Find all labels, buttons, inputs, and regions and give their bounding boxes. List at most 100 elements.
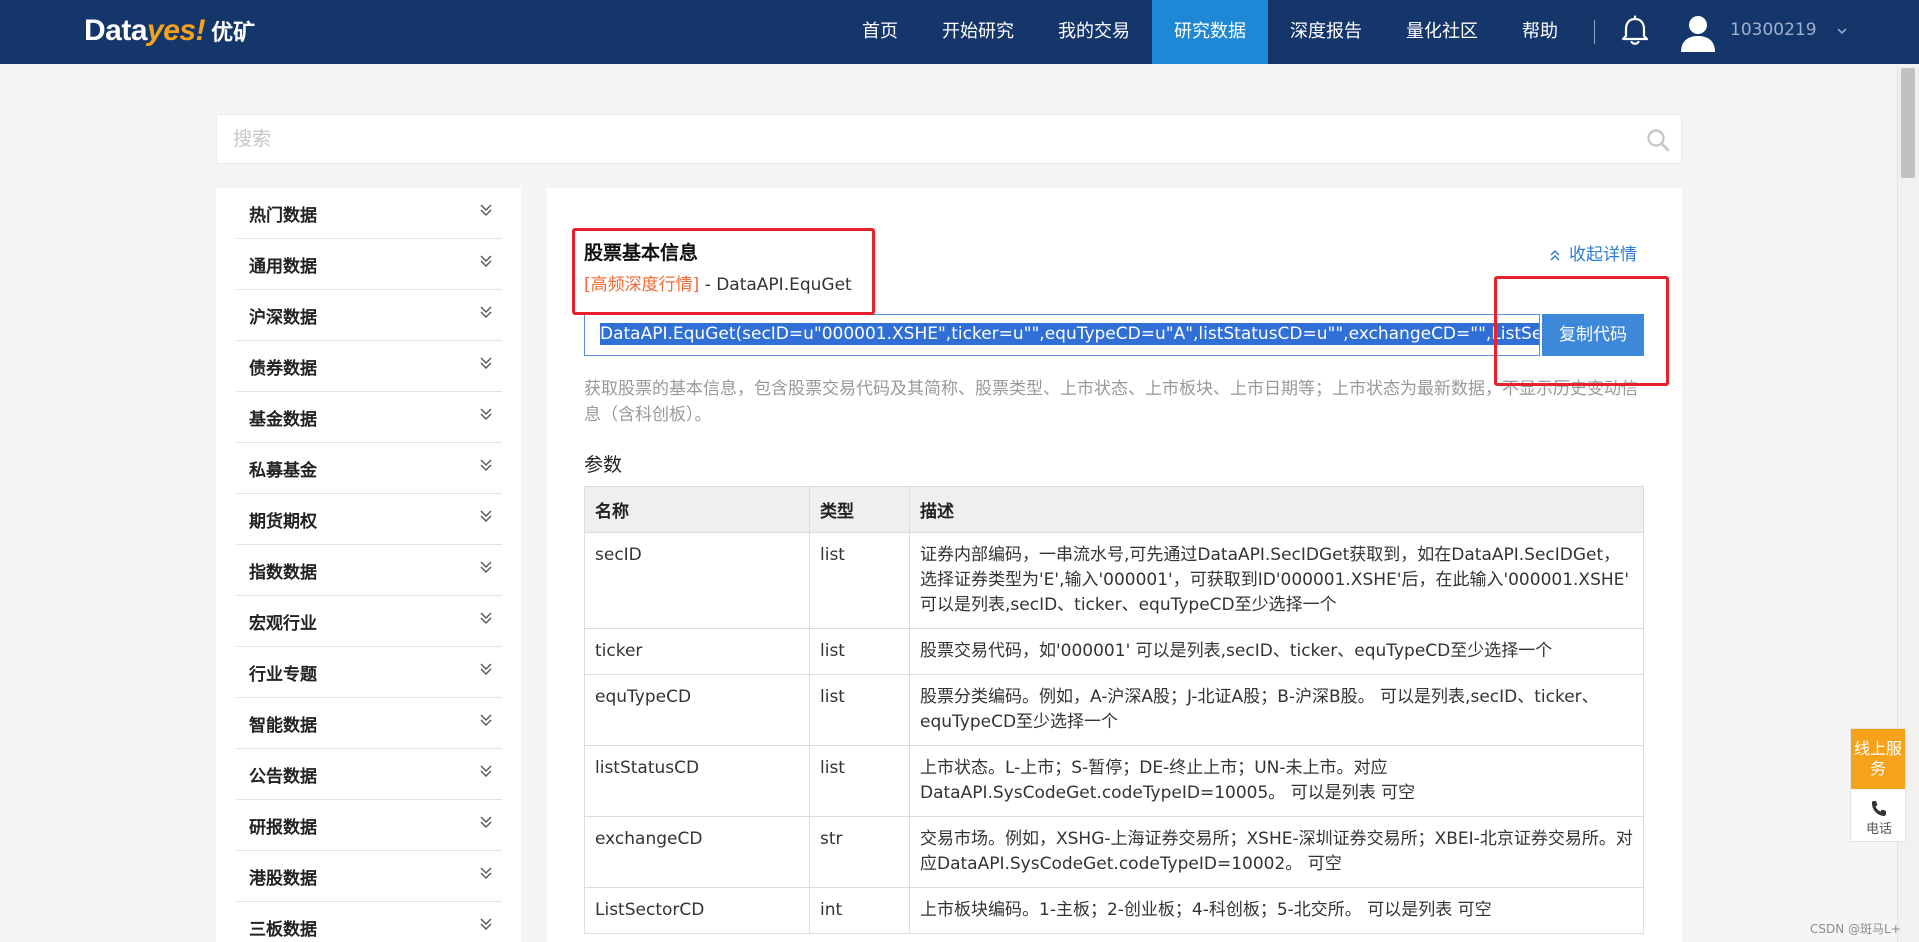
- user-avatar-icon[interactable]: [1678, 12, 1718, 52]
- sidebar-item-index-data[interactable]: 指数数据: [236, 545, 502, 596]
- nav-item-help[interactable]: 帮助: [1500, 0, 1580, 64]
- sidebar-item-shsz-data[interactable]: 沪深数据: [236, 290, 502, 341]
- sidebar-item-label: 债券数据: [249, 359, 317, 379]
- scrollbar-thumb[interactable]: [1901, 68, 1915, 178]
- double-chevron-down-icon: [480, 663, 492, 675]
- sidebar-item-label: 智能数据: [249, 716, 317, 736]
- sidebar-item-futures-options[interactable]: 期货期权: [236, 494, 502, 545]
- param-type: str: [809, 816, 910, 888]
- nav-item-research-data[interactable]: 研究数据: [1152, 0, 1268, 64]
- watermark-text: CSDN @斑马L+: [1810, 922, 1901, 936]
- param-description: 股票分类编码。例如，A-沪深A股；J-北证A股；B-沪深B股。 可以是列表,se…: [909, 674, 1644, 746]
- username[interactable]: 10300219: [1730, 20, 1817, 40]
- copy-code-button[interactable]: 复制代码: [1542, 314, 1644, 356]
- sidebar-item-label: 港股数据: [249, 869, 317, 889]
- online-service-button[interactable]: 线上服务: [1851, 729, 1905, 789]
- sidebar-item-label: 研报数据: [249, 818, 317, 838]
- sidebar-item-label: 期货期权: [249, 512, 317, 532]
- params-table: 名称 类型 描述 secID list 证券内部编码，一串流水号,可先通过Dat…: [584, 486, 1644, 934]
- table-row: secID list 证券内部编码，一串流水号,可先通过DataAPI.SecI…: [584, 532, 1644, 629]
- sidebar-item-announcement-data[interactable]: 公告数据: [236, 749, 502, 800]
- double-chevron-down-icon: [480, 765, 492, 777]
- param-description: 证券内部编码，一串流水号,可先通过DataAPI.SecIDGet获取到，如在D…: [909, 532, 1644, 629]
- double-chevron-down-icon: [480, 306, 492, 318]
- sidebar-item-bond-data[interactable]: 债券数据: [236, 341, 502, 392]
- phone-label[interactable]: 电话: [1851, 818, 1907, 837]
- api-description: 获取股票的基本信息，包含股票交易代码及其简称、股票类型、上市状态、上市板块、上市…: [584, 379, 1638, 425]
- sidebar-item-label: 行业专题: [249, 665, 317, 685]
- table-row: listStatusCD list 上市状态。L-上市；S-暂停；DE-终止上市…: [584, 745, 1644, 817]
- double-chevron-down-icon: [480, 510, 492, 522]
- nav-item-quant-community[interactable]: 量化社区: [1384, 0, 1500, 64]
- double-chevron-down-icon: [480, 561, 492, 573]
- param-description: 上市状态。L-上市；S-暂停；DE-终止上市；UN-未上市。对应DataAPI.…: [909, 745, 1644, 817]
- double-chevron-down-icon: [480, 867, 492, 879]
- sidebar-item-label: 私募基金: [249, 461, 317, 481]
- sidebar-item-label: 沪深数据: [249, 308, 317, 328]
- param-type: list: [809, 674, 910, 746]
- sidebar-item-private-fund[interactable]: 私募基金: [236, 443, 502, 494]
- search-icon[interactable]: [1645, 127, 1671, 153]
- param-type: list: [809, 532, 910, 629]
- params-heading: 参数: [584, 454, 623, 476]
- main-nav: 首页 开始研究 我的交易 研究数据 深度报告 量化社区 帮助: [840, 0, 1580, 64]
- phone-icon[interactable]: [1869, 799, 1889, 817]
- param-name: equTypeCD: [584, 674, 810, 746]
- nav-item-start-research[interactable]: 开始研究: [920, 0, 1036, 64]
- api-code-field[interactable]: DataAPI.EquGet(secID=u"000001.XSHE",tick…: [584, 314, 1540, 356]
- param-type: int: [809, 887, 910, 934]
- param-description: 上市板块编码。1-主板；2-创业板；4-科创板；5-北交所。 可以是列表 可空: [909, 887, 1644, 934]
- sidebar-item-macro-industry[interactable]: 宏观行业: [236, 596, 502, 647]
- table-row: equTypeCD list 股票分类编码。例如，A-沪深A股；J-北证A股；B…: [584, 674, 1644, 746]
- nav-item-depth-reports[interactable]: 深度报告: [1268, 0, 1384, 64]
- param-type: list: [809, 628, 910, 675]
- collapse-details-label: 收起详情: [1569, 245, 1637, 265]
- sidebar-item-label: 热门数据: [249, 206, 317, 226]
- double-chevron-down-icon: [480, 255, 492, 267]
- collapse-details-link[interactable]: 收起详情: [1549, 240, 1637, 265]
- column-header-name: 名称: [584, 486, 810, 533]
- param-type: list: [809, 745, 910, 817]
- double-chevron-down-icon: [480, 714, 492, 726]
- bell-icon[interactable]: [1618, 14, 1652, 48]
- double-chevron-down-icon: [480, 816, 492, 828]
- search-input[interactable]: [233, 125, 1613, 153]
- sidebar-item-third-board-data[interactable]: 三板数据: [236, 902, 502, 942]
- param-name: listStatusCD: [584, 745, 810, 817]
- column-header-description: 描述: [909, 486, 1644, 533]
- sidebar-item-industry-topics[interactable]: 行业专题: [236, 647, 502, 698]
- table-row: ListSectorCD int 上市板块编码。1-主板；2-创业板；4-科创板…: [584, 887, 1644, 934]
- api-subtitle: [高频深度行情] - DataAPI.EquGet: [584, 270, 852, 295]
- param-name: exchangeCD: [584, 816, 810, 888]
- category-tag[interactable]: [高频深度行情]: [584, 275, 699, 295]
- nav-divider: [1594, 20, 1595, 44]
- online-service-widget: 线上服务 电话: [1850, 728, 1906, 842]
- logo[interactable]: Datayes! 优矿: [84, 14, 255, 50]
- logo-text: Data: [84, 14, 148, 47]
- api-code-text[interactable]: DataAPI.EquGet(secID=u"000001.XSHE",tick…: [600, 323, 1539, 345]
- chevron-down-icon[interactable]: [1836, 26, 1848, 36]
- sidebar-item-label: 宏观行业: [249, 614, 317, 634]
- sidebar-item-smart-data[interactable]: 智能数据: [236, 698, 502, 749]
- param-name: secID: [584, 532, 810, 629]
- sidebar-item-label: 三板数据: [249, 920, 317, 940]
- sidebar-item-fund-data[interactable]: 基金数据: [236, 392, 502, 443]
- double-chevron-down-icon: [480, 204, 492, 216]
- search-bar: [216, 114, 1682, 164]
- sidebar-item-label: 公告数据: [249, 767, 317, 787]
- sidebar-item-hot-data[interactable]: 热门数据: [236, 188, 502, 239]
- table-header-row: 名称 类型 描述: [584, 486, 1644, 533]
- sidebar-item-research-report-data[interactable]: 研报数据: [236, 800, 502, 851]
- sidebar-item-label: 基金数据: [249, 410, 317, 430]
- top-navigation-bar: Datayes! 优矿 首页 开始研究 我的交易 研究数据 深度报告 量化社区 …: [0, 0, 1919, 64]
- double-chevron-down-icon: [480, 357, 492, 369]
- api-title: 股票基本信息: [584, 242, 699, 264]
- param-name: ListSectorCD: [584, 887, 810, 934]
- nav-item-my-trades[interactable]: 我的交易: [1036, 0, 1152, 64]
- table-row: exchangeCD str 交易市场。例如，XSHG-上海证券交易所；XSHE…: [584, 816, 1644, 888]
- param-description: 股票交易代码，如'000001' 可以是列表,secID、ticker、equT…: [909, 628, 1644, 675]
- nav-item-home[interactable]: 首页: [840, 0, 920, 64]
- sidebar-item-general-data[interactable]: 通用数据: [236, 239, 502, 290]
- sidebar-item-hk-stock-data[interactable]: 港股数据: [236, 851, 502, 902]
- logo-text-cn: 优矿: [211, 21, 256, 46]
